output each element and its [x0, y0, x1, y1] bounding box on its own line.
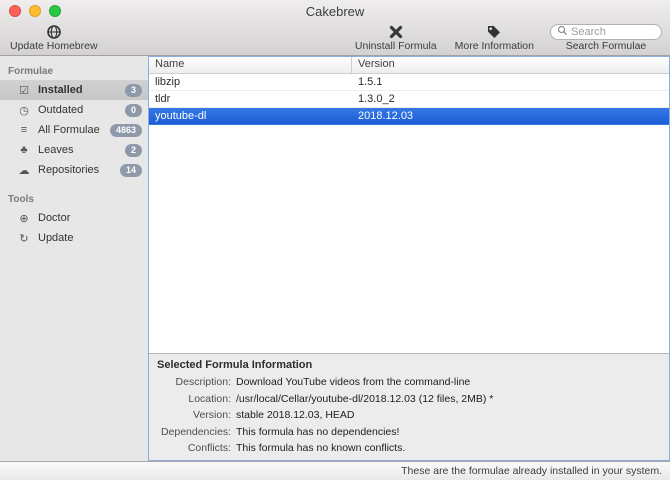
more-information-button[interactable]: More Information — [453, 22, 536, 53]
sidebar-item-installed[interactable]: ☑ Installed 3 — [0, 80, 148, 100]
sidebar-item-label: Installed — [38, 84, 118, 96]
info-panel-title: Selected Formula Information — [157, 359, 661, 371]
toolbar-spacer — [100, 22, 339, 53]
doctor-cross-icon: ⊕ — [17, 212, 31, 225]
update-homebrew-label: Update Homebrew — [10, 40, 98, 52]
window-chrome: Cakebrew Update Homebrew — [0, 0, 670, 56]
sidebar-section-formulae: Formulae — [0, 62, 148, 80]
selected-formula-info-panel: Selected Formula Information Description… — [149, 353, 669, 460]
sidebar-item-label: Outdated — [38, 104, 118, 116]
search-input[interactable] — [571, 26, 655, 38]
count-badge: 14 — [120, 164, 142, 177]
info-label: Description: — [157, 376, 231, 388]
formulae-table: Name Version libzip 1.5.1 tldr 1.3.0_2 y… — [149, 57, 669, 353]
count-badge: 0 — [125, 104, 142, 117]
installed-checkbox-icon: ☑ — [17, 84, 31, 97]
info-label: Location: — [157, 393, 231, 405]
cell-name: tldr — [149, 93, 352, 105]
sidebar-item-all-formulae[interactable]: ≡ All Formulae 4863 — [0, 120, 148, 140]
info-value: Download YouTube videos from the command… — [236, 376, 470, 388]
tag-icon — [486, 23, 502, 40]
version-column-header[interactable]: Version — [352, 57, 401, 73]
sidebar-item-update[interactable]: ↻ Update — [0, 228, 148, 248]
table-row[interactable]: tldr 1.3.0_2 — [149, 91, 669, 108]
search-area: Search Formulae — [550, 22, 662, 53]
info-label: Conflicts: — [157, 442, 231, 454]
window-title: Cakebrew — [306, 4, 365, 19]
minimize-button[interactable] — [29, 5, 41, 17]
table-row[interactable]: libzip 1.5.1 — [149, 74, 669, 91]
count-badge: 2 — [125, 144, 142, 157]
info-label: Version: — [157, 409, 231, 421]
info-label: Dependencies: — [157, 426, 231, 438]
info-value: This formula has no dependencies! — [236, 426, 399, 438]
count-badge: 4863 — [110, 124, 142, 137]
count-badge: 3 — [125, 84, 142, 97]
uninstall-formula-button[interactable]: Uninstall Formula — [353, 22, 439, 53]
content-area: Name Version libzip 1.5.1 tldr 1.3.0_2 y… — [148, 56, 670, 461]
info-row-dependencies: Dependencies: This formula has no depend… — [157, 426, 661, 438]
sidebar-item-label: All Formulae — [38, 124, 103, 136]
main-area: Formulae ☑ Installed 3 ◷ Outdated 0 ≡ Al… — [0, 56, 670, 461]
update-homebrew-button[interactable]: Update Homebrew — [8, 22, 100, 53]
info-row-description: Description: Download YouTube videos fro… — [157, 376, 661, 388]
sidebar: Formulae ☑ Installed 3 ◷ Outdated 0 ≡ Al… — [0, 56, 148, 461]
status-text: These are the formulae already installed… — [401, 465, 662, 477]
cakebrew-window: Cakebrew Update Homebrew — [0, 0, 670, 480]
status-bar: These are the formulae already installed… — [0, 461, 670, 480]
table-body: libzip 1.5.1 tldr 1.3.0_2 youtube-dl 201… — [149, 74, 669, 353]
search-icon — [557, 25, 568, 39]
info-row-conflicts: Conflicts: This formula has no known con… — [157, 442, 661, 454]
uninstall-formula-label: Uninstall Formula — [355, 40, 437, 52]
refresh-icon: ↻ — [17, 232, 31, 245]
list-icon: ≡ — [17, 124, 31, 136]
sidebar-item-leaves[interactable]: ♣ Leaves 2 — [0, 140, 148, 160]
sidebar-item-repositories[interactable]: ☁ Repositories 14 — [0, 160, 148, 180]
sidebar-item-label: Doctor — [38, 212, 142, 224]
traffic-lights — [9, 5, 61, 17]
info-value: This formula has no known conflicts. — [236, 442, 405, 454]
cell-name: libzip — [149, 76, 352, 88]
cell-version: 2018.12.03 — [352, 110, 419, 122]
name-column-header[interactable]: Name — [149, 57, 352, 73]
clock-icon: ◷ — [17, 104, 31, 117]
info-row-version: Version: stable 2018.12.03, HEAD — [157, 409, 661, 421]
close-button[interactable] — [9, 5, 21, 17]
sidebar-item-label: Leaves — [38, 144, 118, 156]
sidebar-item-label: Update — [38, 232, 142, 244]
title-bar: Cakebrew — [0, 0, 670, 22]
sidebar-item-doctor[interactable]: ⊕ Doctor — [0, 208, 148, 228]
toolbar: Update Homebrew Uninstall Formula — [0, 22, 670, 55]
info-row-location: Location: /usr/local/Cellar/youtube-dl/2… — [157, 393, 661, 405]
leaf-icon: ♣ — [17, 144, 31, 156]
sidebar-item-outdated[interactable]: ◷ Outdated 0 — [0, 100, 148, 120]
cloud-icon: ☁ — [17, 164, 31, 177]
search-formulae-label: Search Formulae — [566, 40, 647, 52]
zoom-button[interactable] — [49, 5, 61, 17]
cell-name: youtube-dl — [149, 110, 352, 122]
uninstall-x-icon — [388, 23, 404, 40]
homebrew-globe-icon — [46, 23, 62, 40]
table-header: Name Version — [149, 57, 669, 74]
search-field[interactable] — [550, 24, 662, 40]
info-value: stable 2018.12.03, HEAD — [236, 409, 355, 421]
more-information-label: More Information — [455, 40, 534, 52]
sidebar-item-label: Repositories — [38, 164, 113, 176]
table-row-selected[interactable]: youtube-dl 2018.12.03 — [149, 108, 669, 125]
cell-version: 1.5.1 — [352, 76, 388, 88]
sidebar-section-tools: Tools — [0, 190, 148, 208]
info-value: /usr/local/Cellar/youtube-dl/2018.12.03 … — [236, 393, 493, 405]
cell-version: 1.3.0_2 — [352, 93, 401, 105]
